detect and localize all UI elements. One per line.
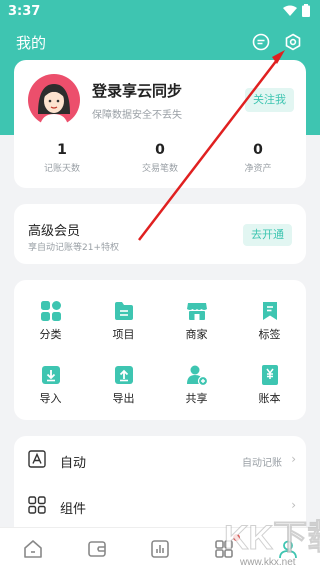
list-label: 自动: [60, 456, 87, 471]
vip-card[interactable]: 高级会员 享自动记账等21+特权 去开通: [14, 204, 306, 264]
wifi-icon: [283, 5, 297, 16]
feature-label: 标签: [258, 328, 281, 341]
follow-button[interactable]: 关注我: [245, 88, 294, 112]
chevron-right-icon: ›: [291, 452, 296, 466]
svg-text:www.kkx.net: www.kkx.net: [239, 557, 296, 568]
stat-value: 0: [253, 142, 263, 158]
feature-label: 共享: [185, 392, 208, 405]
ledger-icon: [261, 365, 278, 385]
feature-label: 商家: [185, 328, 208, 341]
import-icon: [41, 366, 60, 384]
feature-label: 导出: [112, 392, 135, 405]
vip-subtitle: 享自动记账等21+特权: [28, 243, 119, 253]
title-bar: 我的: [0, 28, 320, 56]
stat-label: 交易笔数: [141, 164, 178, 174]
vip-title: 高级会员: [28, 224, 81, 239]
category-icon: [40, 301, 61, 321]
status-bar: 3:37: [0, 0, 320, 24]
list-value: 自动记账: [242, 458, 282, 469]
list-row-auto[interactable]: 自动 自动记账 ›: [14, 438, 306, 482]
tag-icon: [262, 302, 277, 320]
feature-label: 导入: [39, 392, 62, 405]
home-icon[interactable]: [22, 538, 44, 560]
chart-icon[interactable]: [149, 538, 171, 560]
vip-activate-button[interactable]: 去开通: [243, 224, 292, 246]
widget-icon: [28, 496, 46, 514]
feature-label: 账本: [258, 392, 281, 405]
page-title: 我的: [16, 34, 47, 52]
feature-tag[interactable]: 标签: [233, 300, 306, 350]
avatar[interactable]: [28, 74, 80, 126]
feature-label: 分类: [39, 328, 62, 341]
stat-net-assets[interactable]: 0 净资产: [218, 142, 298, 174]
feature-ledger[interactable]: 账本: [233, 364, 306, 414]
profile-card: 登录享云同步 保障数据安全不丢失 关注我 1 记账天数 0 交易笔数 0 净资产: [14, 60, 306, 188]
svg-text:KK下载: KK下载: [224, 519, 320, 557]
stat-bookkeeping-days[interactable]: 1 记账天数: [22, 142, 102, 174]
feature-share[interactable]: 共享: [160, 364, 233, 414]
list-label: 组件: [60, 502, 87, 517]
feature-project[interactable]: 项目: [87, 300, 160, 350]
feature-category[interactable]: 分类: [14, 300, 87, 350]
feature-import[interactable]: 导入: [14, 364, 87, 414]
stat-label: 净资产: [244, 164, 272, 174]
settings-icon[interactable]: [283, 32, 303, 52]
status-icons: [283, 4, 310, 17]
message-icon[interactable]: [251, 32, 271, 52]
stat-transactions[interactable]: 0 交易笔数: [120, 142, 200, 174]
wallet-icon[interactable]: [86, 538, 108, 560]
stat-value: 1: [57, 142, 67, 158]
status-time: 3:37: [8, 4, 41, 19]
stat-value: 0: [155, 142, 165, 158]
auto-icon: [28, 450, 46, 468]
share-icon: [186, 365, 208, 386]
login-subtitle: 保障数据安全不丢失: [92, 110, 182, 121]
project-icon: [114, 302, 133, 320]
watermark-logo: KK下载 www.kkx.net: [224, 519, 320, 569]
feature-grid: 分类 项目 商家 标签 导入 导出 共享 账本: [14, 280, 306, 420]
feature-label: 项目: [112, 328, 135, 341]
export-icon: [114, 366, 133, 384]
merchant-icon: [186, 303, 207, 320]
stat-label: 记账天数: [43, 164, 80, 174]
login-title[interactable]: 登录享云同步: [92, 80, 182, 101]
battery-icon: [302, 4, 310, 17]
feature-merchant[interactable]: 商家: [160, 300, 233, 350]
feature-export[interactable]: 导出: [87, 364, 160, 414]
